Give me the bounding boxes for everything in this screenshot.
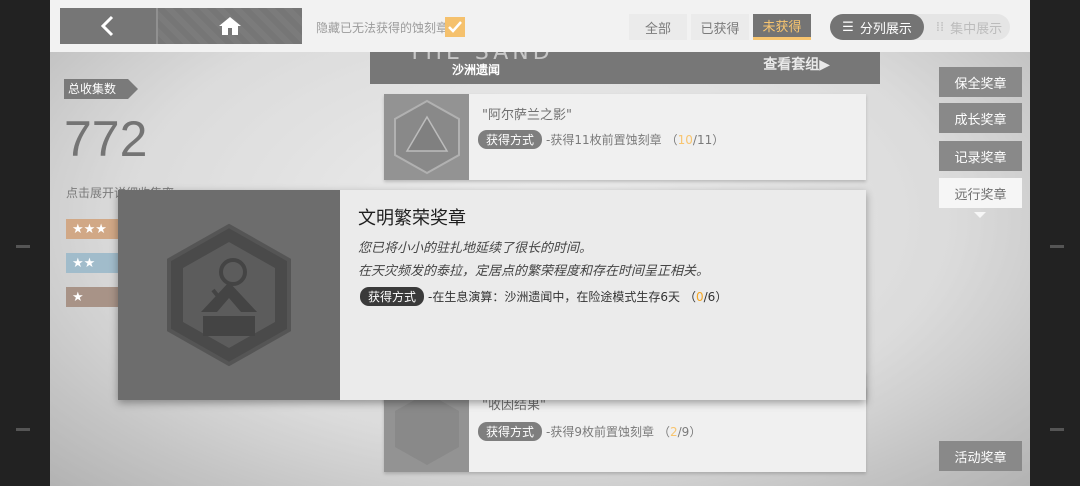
bezel-tick (1050, 428, 1064, 431)
right-bezel (1030, 0, 1080, 486)
method-text: -在生息演算：沙洲遗闻中，在险途模式生存6天 (428, 290, 680, 304)
progress: （0/6） (683, 290, 728, 304)
progress-total: /6 (703, 290, 716, 304)
popup-desc-line2: 在天灾频发的泰拉，定居点的繁荣程度和存在时间呈正相关。 (358, 264, 710, 279)
medal-detail-popup: 文明繁荣奖章 您已将小小的驻扎地延续了很长的时间。 在天灾频发的泰拉，定居点的繁… (118, 190, 866, 400)
method-tag: 获得方式 (360, 287, 425, 306)
bezel-tick (16, 245, 30, 248)
popup-title: 文明繁荣奖章 (358, 208, 466, 229)
civilization-medal-icon (167, 223, 291, 367)
bezel-tick (1050, 245, 1064, 248)
popup-desc-line1: 您已将小小的驻扎地延续了很长的时间。 (358, 241, 593, 256)
medal-screen: 隐藏已无法获得的蚀刻章 全部 已获得 未获得 ☰ 分列展示 ⁞⁞ 集中展示 TH… (50, 0, 1030, 486)
popup-medal-image (118, 190, 340, 400)
progress-current: 0 (696, 290, 704, 304)
left-bezel (0, 0, 50, 486)
bezel-tick (16, 428, 30, 431)
popup-method: 获得方式 -在生息演算：沙洲遗闻中，在险途模式生存6天 （0/6） (360, 287, 727, 306)
